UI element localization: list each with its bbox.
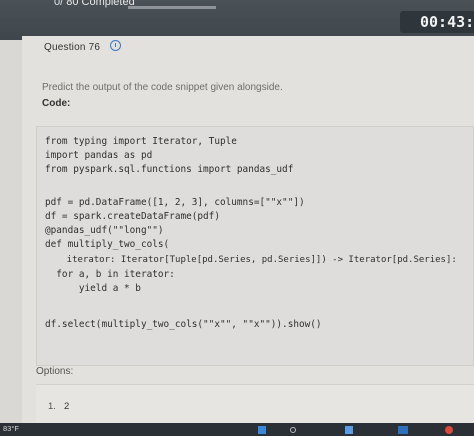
info-icon[interactable] — [110, 40, 121, 51]
app-icon[interactable] — [398, 426, 408, 434]
code-line: yield a * b — [45, 283, 141, 294]
code-line: pdf = pd.DataFrame([1, 2, 3], columns=["… — [45, 197, 305, 208]
option-value: 2 — [64, 401, 70, 412]
code-line: df.select(multiply_two_cols(""x"", ""x""… — [45, 319, 322, 330]
browser-icon[interactable] — [445, 426, 453, 434]
weather-temperature: 83°F — [3, 424, 19, 433]
code-line: def multiply_two_cols( — [45, 239, 170, 250]
countdown-timer: 00:43: — [400, 11, 474, 33]
code-label: Code: — [42, 98, 71, 109]
question-card: Question 76 Predict the output of the co… — [22, 36, 474, 436]
code-line: @pandas_udf(""long"") — [45, 225, 164, 236]
progress-text: 0/ 80 Completed — [54, 0, 135, 8]
top-bar: 0/ 80 Completed 00:43: — [0, 0, 474, 40]
progress-bar — [128, 6, 216, 9]
code-line: from typing import Iterator, Tuple — [45, 136, 237, 147]
question-prompt: Predict the output of the code snippet g… — [42, 82, 283, 93]
code-line: for a, b in iterator: — [45, 269, 175, 280]
options-label: Options: — [36, 366, 74, 377]
option-number: 1. — [48, 401, 56, 412]
code-line: df = spark.createDataFrame(pdf) — [45, 211, 220, 222]
taskbar: 83°F — [0, 423, 474, 436]
app-icon[interactable] — [345, 426, 353, 434]
code-block: from typing import Iterator, Tuple impor… — [36, 126, 474, 366]
code-line: from pyspark.sql.functions import pandas… — [45, 164, 294, 175]
question-title: Question 76 — [44, 42, 101, 53]
windows-start-icon[interactable] — [258, 426, 266, 434]
code-line: import pandas as pd — [45, 150, 153, 161]
code-line: iterator: Iterator[Tuple[pd.Series, pd.S… — [45, 255, 457, 265]
search-icon[interactable] — [290, 427, 296, 433]
